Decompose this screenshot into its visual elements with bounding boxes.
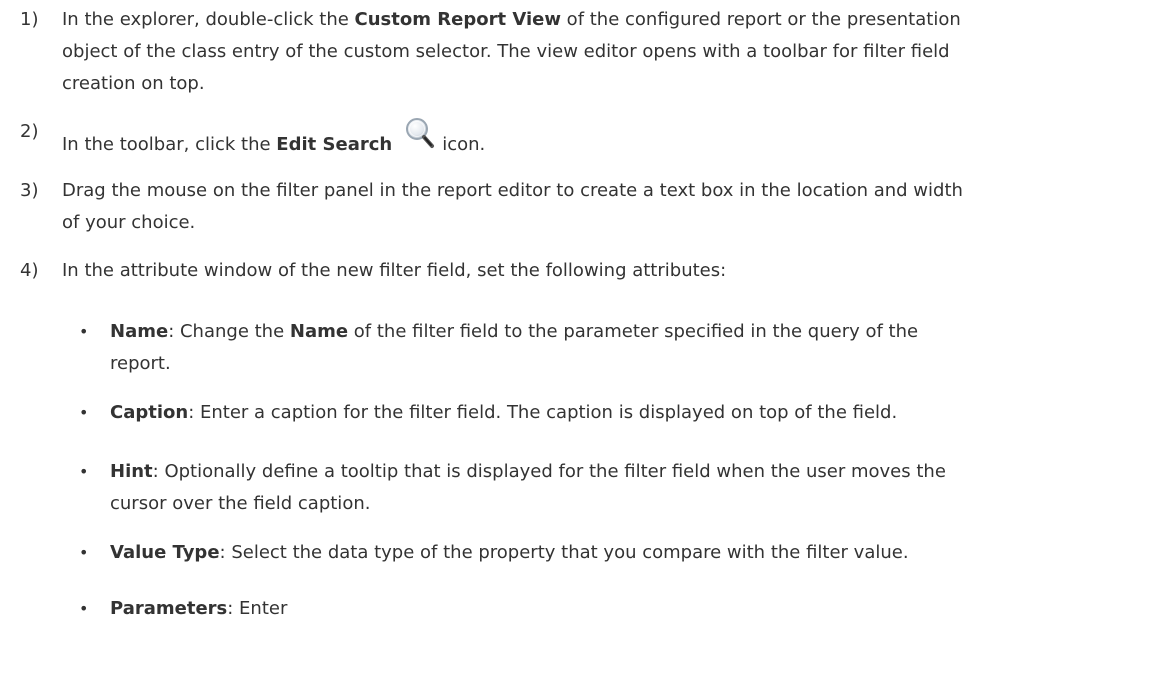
bullet-text: Value Type: Select the data type of the … xyxy=(110,537,1155,569)
step-number: 4) xyxy=(20,260,39,281)
text-run: : Optionally define a tooltip that is di… xyxy=(152,461,946,482)
bullet-line: Value Type: Select the data type of the … xyxy=(110,537,1155,569)
bullet-text: Caption: Enter a caption for the filter … xyxy=(110,397,1155,429)
step-number: 1) xyxy=(20,9,39,30)
step-line: object of the class entry of the custom … xyxy=(62,41,950,62)
bullet-text: Parameters: Enter xyxy=(110,593,1155,625)
bullet-line: cursor over the field caption. xyxy=(110,493,371,514)
step-number: 3) xyxy=(20,180,39,201)
bullet-line: Parameters: Enter xyxy=(110,593,1155,625)
step-line: creation on top. xyxy=(62,73,205,94)
text-run: of the filter field to the parameter spe… xyxy=(348,321,919,342)
text-run: of the configured report or the presenta… xyxy=(560,9,961,30)
step-line: In the toolbar, click the Edit Search ico… xyxy=(62,116,1157,161)
step-text: In the toolbar, click the Edit Search ico… xyxy=(62,116,1157,161)
attribute-name: Value Type xyxy=(110,542,220,563)
ui-term: Edit Search xyxy=(276,134,393,155)
bullet-line: report. xyxy=(110,353,171,374)
step-number: 2) xyxy=(20,121,39,142)
ui-term: Custom Report View xyxy=(354,9,561,30)
bullet-symbol: • xyxy=(79,543,89,562)
bullet-text: Hint: Optionally define a tooltip that i… xyxy=(110,456,1155,520)
step-text: In the explorer, double-click the Custom… xyxy=(62,4,1157,100)
attribute-name: Parameters xyxy=(110,598,228,619)
step-line: In the explorer, double-click the Custom… xyxy=(62,4,1157,36)
text-run: In the toolbar, click the xyxy=(62,134,277,155)
step-text: In the attribute window of the new filte… xyxy=(62,255,1157,287)
text-run: icon. xyxy=(442,134,486,155)
bullet-line: Caption: Enter a caption for the filter … xyxy=(110,397,1155,429)
bullet-text: Name: Change the Name of the filter fiel… xyxy=(110,316,1155,380)
bullet-symbol: • xyxy=(79,403,89,422)
bullet-symbol: • xyxy=(79,322,89,341)
bullet-symbol: • xyxy=(79,599,89,618)
attribute-name: Name xyxy=(289,321,349,342)
text-run: In the explorer, double-click the xyxy=(62,9,355,30)
bullet-symbol: • xyxy=(79,462,89,481)
text-run: : Change the xyxy=(168,321,290,342)
step-line: of your choice. xyxy=(62,212,196,233)
step-line: In the attribute window of the new filte… xyxy=(62,260,727,281)
bullet-line: Hint: Optionally define a tooltip that i… xyxy=(110,456,1155,488)
magnifier-icon xyxy=(402,116,438,156)
attribute-name: Name xyxy=(110,321,169,342)
bullet-line: Name: Change the Name of the filter fiel… xyxy=(110,316,1155,348)
attribute-name: Hint xyxy=(110,461,153,482)
text-run: : Enter a caption for the filter field. … xyxy=(188,402,898,423)
text-run: : Enter xyxy=(227,598,288,619)
text-run: : Select the data type of the property t… xyxy=(219,542,909,563)
step-text: Drag the mouse on the filter panel in th… xyxy=(62,175,1157,239)
step-line: Drag the mouse on the filter panel in th… xyxy=(62,180,963,201)
attribute-name: Caption xyxy=(110,402,189,423)
